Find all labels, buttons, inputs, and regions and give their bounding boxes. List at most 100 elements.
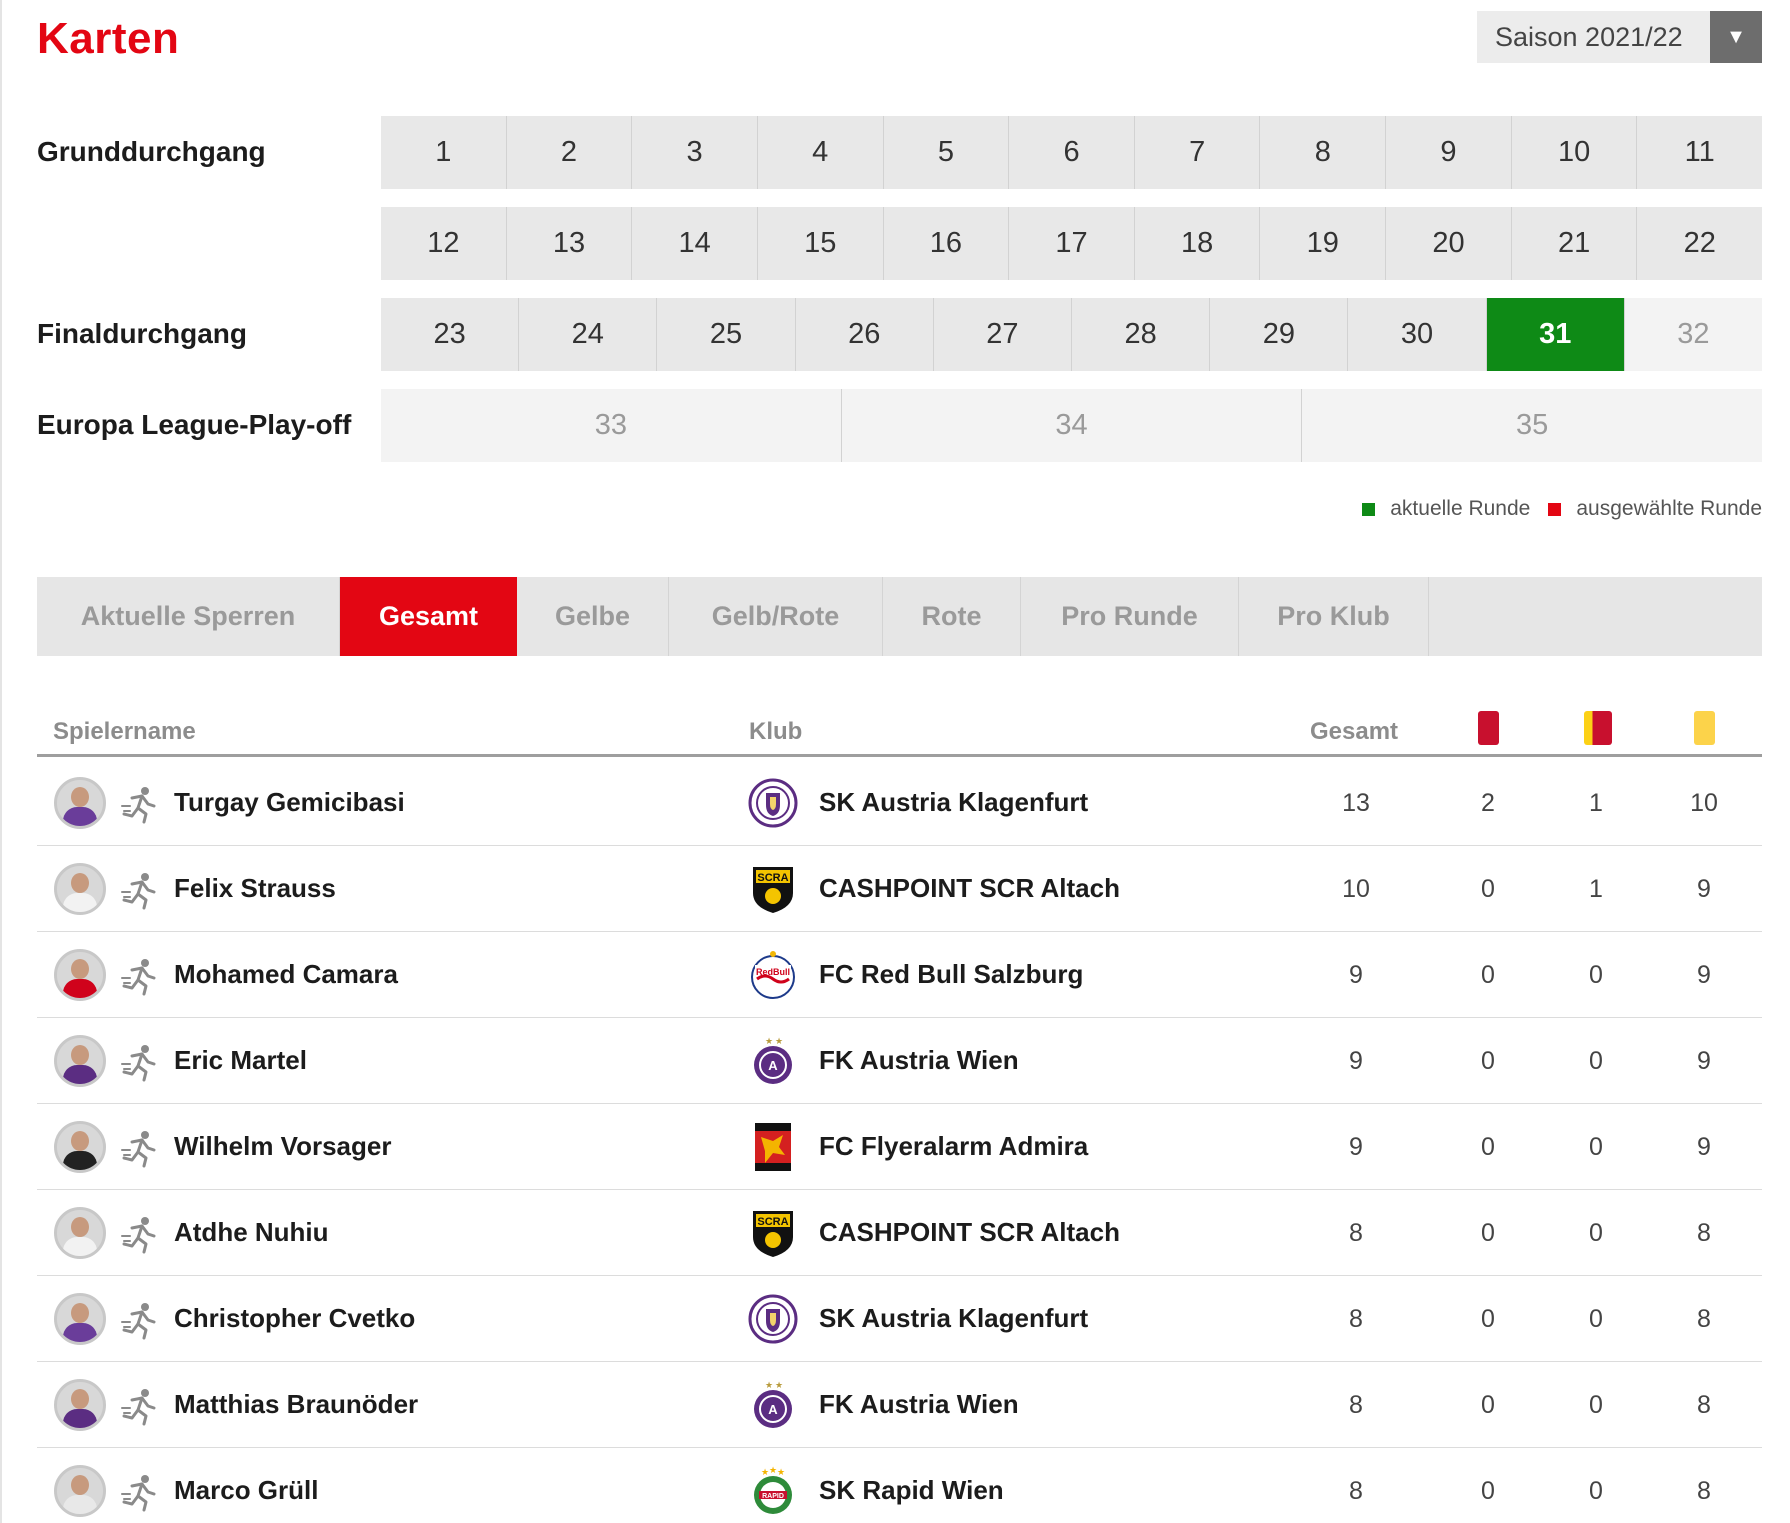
player-name[interactable]: Christopher Cvetko xyxy=(174,1303,415,1334)
round-6[interactable]: 6 xyxy=(1009,116,1135,189)
club-name[interactable]: SK Rapid Wien xyxy=(819,1475,1004,1506)
round-18[interactable]: 18 xyxy=(1134,207,1261,280)
round-5[interactable]: 5 xyxy=(883,116,1010,189)
round-1[interactable]: 1 xyxy=(381,116,507,189)
round-16[interactable]: 16 xyxy=(883,207,1010,280)
yellow-red-cards: 0 xyxy=(1589,1391,1603,1419)
player-name[interactable]: Eric Martel xyxy=(174,1045,307,1076)
grunddurchgang-row-2: 12 13 14 15 16 17 18 19 20 21 22 xyxy=(381,207,1763,280)
svg-text:★: ★ xyxy=(777,1467,785,1477)
svg-text:★: ★ xyxy=(769,1465,777,1475)
red-cards: 0 xyxy=(1481,1477,1495,1505)
round-2[interactable]: 2 xyxy=(506,116,633,189)
total-cards: 8 xyxy=(1349,1477,1363,1505)
round-10[interactable]: 10 xyxy=(1511,116,1638,189)
round-32[interactable]: 32 xyxy=(1624,298,1763,371)
round-14[interactable]: 14 xyxy=(632,207,758,280)
club-name[interactable]: SK Austria Klagenfurt xyxy=(819,1303,1088,1334)
yellow-red-card-icon[interactable] xyxy=(1584,711,1612,745)
club-name[interactable]: FC Flyeralarm Admira xyxy=(819,1131,1088,1162)
round-9[interactable]: 9 xyxy=(1386,116,1512,189)
round-35[interactable]: 35 xyxy=(1302,389,1763,462)
club-name[interactable]: CASHPOINT SCR Altach xyxy=(819,873,1120,904)
header-club[interactable]: Klub xyxy=(749,718,802,746)
tab-pro-runde[interactable]: Pro Runde xyxy=(1021,577,1239,656)
round-4[interactable]: 4 xyxy=(757,116,884,189)
round-21[interactable]: 21 xyxy=(1511,207,1638,280)
header-total[interactable]: Gesamt xyxy=(1310,718,1398,746)
table-row[interactable]: Turgay Gemicibasi SK Austria Klagenfurt 13… xyxy=(37,760,1762,846)
club-name[interactable]: SK Austria Klagenfurt xyxy=(819,787,1088,818)
table-row[interactable]: Felix Strauss SCRA CASHPOINT SCR Altach 10 0… xyxy=(37,846,1762,932)
round-19[interactable]: 19 xyxy=(1260,207,1387,280)
running-player-icon xyxy=(120,1300,160,1340)
tab-gesamt[interactable]: Gesamt xyxy=(340,577,517,656)
table-row[interactable]: Eric Martel A ★ ★ FK Austria Wien 9 0 0 9 xyxy=(37,1018,1762,1104)
round-11[interactable]: 11 xyxy=(1637,116,1763,189)
svg-text:RAPID: RAPID xyxy=(762,1493,784,1500)
player-name[interactable]: Turgay Gemicibasi xyxy=(174,787,405,818)
round-24[interactable]: 24 xyxy=(519,298,658,371)
round-20[interactable]: 20 xyxy=(1386,207,1512,280)
round-33[interactable]: 33 xyxy=(381,389,842,462)
season-dropdown[interactable]: Saison 2021/22 ▼ xyxy=(1477,11,1762,63)
round-27[interactable]: 27 xyxy=(933,298,1073,371)
avatar xyxy=(54,1465,106,1517)
table-row[interactable]: Matthias Braunöder A ★ ★ FK Austria Wien 8 0 0 8 xyxy=(37,1362,1762,1448)
yellow-card-icon[interactable] xyxy=(1694,711,1715,745)
legend-selected-label: ausgewählte Runde xyxy=(1576,497,1762,520)
club-name[interactable]: CASHPOINT SCR Altach xyxy=(819,1217,1120,1248)
round-23[interactable]: 23 xyxy=(381,298,520,371)
round-7[interactable]: 7 xyxy=(1134,116,1261,189)
round-26[interactable]: 26 xyxy=(795,298,934,371)
player-name[interactable]: Felix Strauss xyxy=(174,873,336,904)
tab-rote[interactable]: Rote xyxy=(883,577,1021,656)
red-card-icon[interactable] xyxy=(1478,711,1499,745)
round-31[interactable]: 31 xyxy=(1486,298,1625,371)
chevron-down-icon[interactable]: ▼ xyxy=(1710,11,1762,63)
red-bull-salzburg-logo: RedBull xyxy=(747,949,799,1001)
tab-gelb-rote[interactable]: Gelb/Rote xyxy=(669,577,883,656)
red-cards: 0 xyxy=(1481,1305,1495,1333)
club-name[interactable]: FK Austria Wien xyxy=(819,1389,1019,1420)
round-22[interactable]: 22 xyxy=(1637,207,1763,280)
header-player[interactable]: Spielername xyxy=(53,718,196,746)
player-name[interactable]: Wilhelm Vorsager xyxy=(174,1131,391,1162)
round-13[interactable]: 13 xyxy=(506,207,633,280)
player-name[interactable]: Marco Grüll xyxy=(174,1475,318,1506)
table-row[interactable]: Atdhe Nuhiu SCRA CASHPOINT SCR Altach 8 0 0 8 xyxy=(37,1190,1762,1276)
running-player-icon xyxy=(120,1472,160,1512)
table-row[interactable]: Marco Grüll RAPID ★ ★ ★ SK Rapid Wien 8 0 0 8 xyxy=(37,1448,1762,1523)
round-28[interactable]: 28 xyxy=(1072,298,1211,371)
table-row[interactable]: Wilhelm Vorsager FC Flyeralarm Admira 9 0 0 9 xyxy=(37,1104,1762,1190)
round-12[interactable]: 12 xyxy=(381,207,507,280)
scr-altach-logo: SCRA xyxy=(747,863,799,915)
round-8[interactable]: 8 xyxy=(1260,116,1387,189)
svg-text:★: ★ xyxy=(775,1036,783,1046)
round-25[interactable]: 25 xyxy=(657,298,796,371)
running-player-icon xyxy=(120,1042,160,1082)
round-30[interactable]: 30 xyxy=(1348,298,1487,371)
tab-aktuelle-sperren[interactable]: Aktuelle Sperren xyxy=(37,577,340,656)
austria-klagenfurt-logo xyxy=(747,777,799,829)
club-name[interactable]: FC Red Bull Salzburg xyxy=(819,959,1083,990)
round-34[interactable]: 34 xyxy=(841,389,1303,462)
player-name[interactable]: Atdhe Nuhiu xyxy=(174,1217,329,1248)
yellow-cards: 8 xyxy=(1697,1391,1711,1419)
total-cards: 13 xyxy=(1342,789,1370,817)
round-15[interactable]: 15 xyxy=(757,207,884,280)
table-row[interactable]: Mohamed Camara RedBull FC Red Bull Salzbur… xyxy=(37,932,1762,1018)
player-name[interactable]: Matthias Braunöder xyxy=(174,1389,418,1420)
round-29[interactable]: 29 xyxy=(1210,298,1349,371)
tab-gelbe[interactable]: Gelbe xyxy=(517,577,669,656)
tab-pro-klub[interactable]: Pro Klub xyxy=(1239,577,1429,656)
table-row[interactable]: Christopher Cvetko SK Austria Klagenfurt 8… xyxy=(37,1276,1762,1362)
austria-wien-logo: A ★ ★ xyxy=(747,1379,799,1431)
europa-league-row: 33 34 35 xyxy=(381,389,1763,462)
round-3[interactable]: 3 xyxy=(632,116,758,189)
yellow-red-cards: 1 xyxy=(1589,789,1603,817)
round-17[interactable]: 17 xyxy=(1009,207,1135,280)
player-name[interactable]: Mohamed Camara xyxy=(174,959,398,990)
legend-current: aktuelle Runde xyxy=(1362,497,1530,521)
club-name[interactable]: FK Austria Wien xyxy=(819,1045,1019,1076)
